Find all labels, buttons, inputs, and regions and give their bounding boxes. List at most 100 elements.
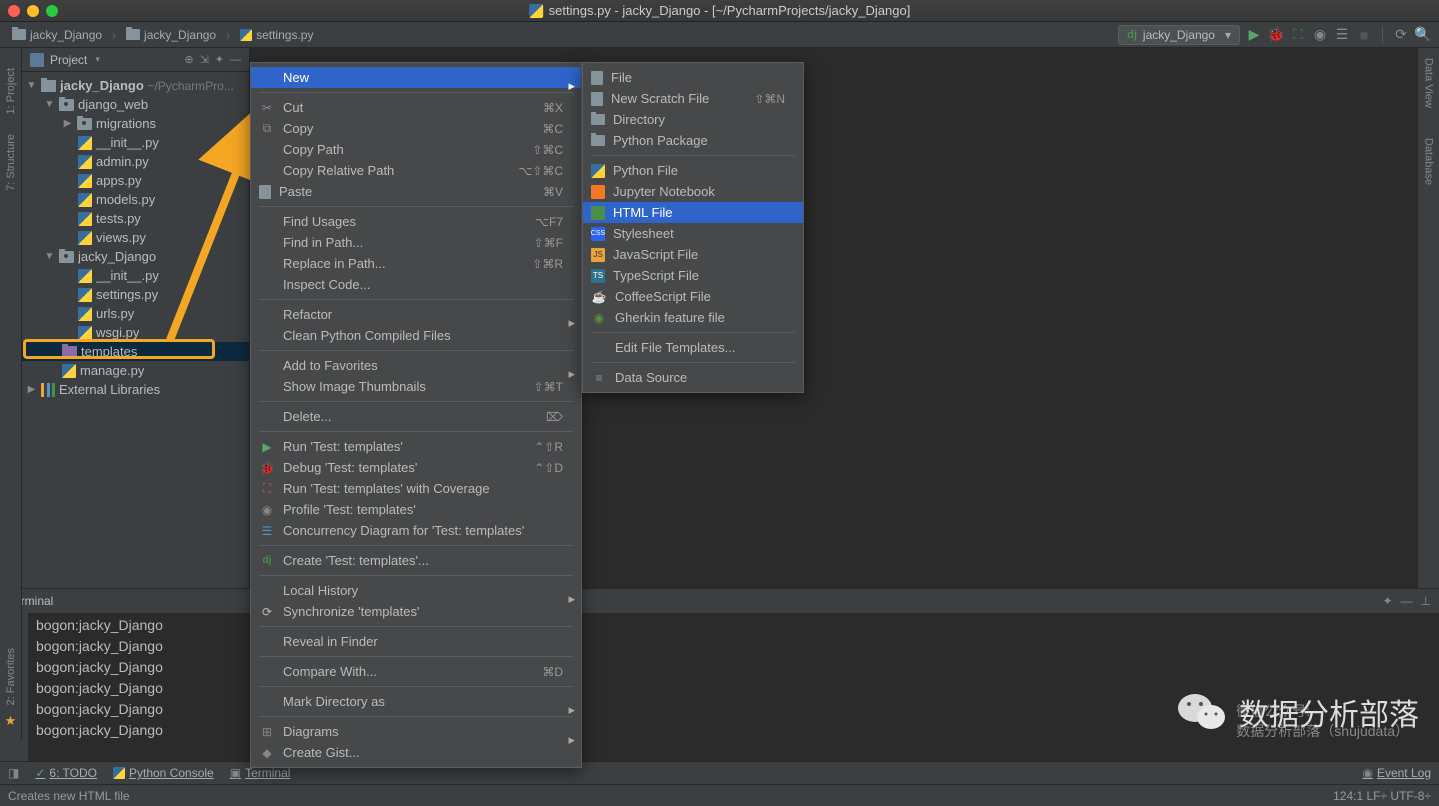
- window-controls[interactable]: [8, 5, 58, 17]
- bottom-tool-buttons: ◨ ✓6: TODO Python Console ▣Terminal ◉Eve…: [0, 761, 1439, 784]
- blank-icon: [259, 235, 275, 251]
- blank-icon: [259, 379, 275, 395]
- python-console-tool-button[interactable]: Python Console: [113, 766, 214, 780]
- menu-item-clean-python-compiled-files[interactable]: Clean Python Compiled Files: [251, 325, 581, 346]
- concurrency-button[interactable]: ☰: [1334, 27, 1350, 43]
- terminal-output[interactable]: bogon:jacky_Django bogon:jacky_Django bo…: [28, 613, 1439, 761]
- menu-item-synchronize-templates[interactable]: ⟳Synchronize 'templates': [251, 601, 581, 622]
- menu-item-gherkin-feature-file[interactable]: ◉Gherkin feature file: [583, 307, 803, 328]
- stop-button[interactable]: ■: [1356, 27, 1372, 43]
- menu-item-create-gist[interactable]: ◆Create Gist...: [251, 742, 581, 763]
- blank-icon: [259, 694, 275, 710]
- menu-item-javascript-file[interactable]: JSJavaScript File: [583, 244, 803, 265]
- search-icon[interactable]: 🔍: [1415, 27, 1431, 43]
- menu-item-mark-directory-as[interactable]: Mark Directory as: [251, 691, 581, 712]
- menu-item-debug-test-templates[interactable]: 🐞Debug 'Test: templates'⌃⇧D: [251, 457, 581, 478]
- gear-icon[interactable]: ✦: [1382, 594, 1392, 608]
- menu-item-file[interactable]: File: [583, 67, 803, 88]
- terminal-tool-button[interactable]: ▣Terminal: [230, 766, 291, 780]
- hide-panel-icon[interactable]: —: [230, 54, 241, 66]
- event-log-tool-button[interactable]: ◉Event Log: [1362, 766, 1431, 780]
- update-project-icon[interactable]: ⟳: [1393, 27, 1409, 43]
- tool-window-button-icon[interactable]: ◨: [8, 766, 19, 780]
- new-submenu[interactable]: FileNew Scratch File⇧⌘NDirectoryPython P…: [582, 62, 804, 393]
- menu-item-typescript-file[interactable]: TSTypeScript File: [583, 265, 803, 286]
- favorites-tool-button[interactable]: 2: Favorites: [5, 648, 17, 705]
- menu-item-run-test-templates[interactable]: ▶Run 'Test: templates'⌃⇧R: [251, 436, 581, 457]
- blank-icon: [259, 256, 275, 272]
- context-menu[interactable]: New ✂Cut⌘X⧉Copy⌘CCopy Path⇧⌘CCopy Relativ…: [250, 62, 582, 768]
- blank-icon: [259, 409, 275, 425]
- menu-item-copy-relative-path[interactable]: Copy Relative Path⌥⇧⌘C: [251, 160, 581, 181]
- menu-item-html-file[interactable]: HTML File: [583, 202, 803, 223]
- star-icon[interactable]: ★: [5, 713, 17, 729]
- menu-item-run-test-templates-with-coverage[interactable]: ⛶Run 'Test: templates' with Coverage: [251, 478, 581, 499]
- collapse-all-icon[interactable]: ⇲: [200, 53, 209, 66]
- menu-item-profile-test-templates[interactable]: ◉Profile 'Test: templates': [251, 499, 581, 520]
- gherkin-icon: ◉: [591, 310, 607, 326]
- menu-item-replace-in-path[interactable]: Replace in Path...⇧⌘R: [251, 253, 581, 274]
- menu-item-concurrency-diagram-for-test-templates[interactable]: ☰Concurrency Diagram for 'Test: template…: [251, 520, 581, 541]
- menu-item-edit-file-templates[interactable]: Edit File Templates...: [583, 337, 803, 358]
- todo-tool-button[interactable]: ✓6: TODO: [35, 766, 97, 780]
- prof-icon: ◉: [259, 502, 275, 518]
- menu-item-create-test-templates[interactable]: djCreate 'Test: templates'...: [251, 550, 581, 571]
- terminal-tool-window: Terminal ✦ — ⊥ + ✕ bogon:jacky_Django bo…: [0, 588, 1439, 761]
- chevron-down-icon: [1221, 28, 1231, 42]
- menu-item-jupyter-notebook[interactable]: Jupyter Notebook: [583, 181, 803, 202]
- profile-button[interactable]: ◉: [1312, 27, 1328, 43]
- debug-button[interactable]: 🐞: [1268, 27, 1284, 43]
- menu-item-refactor[interactable]: Refactor: [251, 304, 581, 325]
- menu-item-python-package[interactable]: Python Package: [583, 130, 803, 151]
- menu-item-stylesheet[interactable]: CSSStylesheet: [583, 223, 803, 244]
- menu-item-delete[interactable]: Delete...⌦: [251, 406, 581, 427]
- menu-item-paste[interactable]: Paste⌘V: [251, 181, 581, 202]
- menu-item-copy[interactable]: ⧉Copy⌘C: [251, 118, 581, 139]
- scroll-from-source-icon[interactable]: ⊕: [184, 53, 193, 66]
- structure-tool-button[interactable]: 7: Structure: [5, 134, 17, 191]
- breadcrumb[interactable]: jacky_Django jacky_Django settings.py: [8, 26, 317, 44]
- move-panel-icon[interactable]: ⊥: [1421, 594, 1431, 608]
- menu-item-diagrams[interactable]: ⊞Diagrams: [251, 721, 581, 742]
- menu-item-inspect-code[interactable]: Inspect Code...: [251, 274, 581, 295]
- menu-item-coffeescript-file[interactable]: ☕CoffeeScript File: [583, 286, 803, 307]
- run-configuration-selector[interactable]: dj jacky_Django: [1118, 25, 1240, 45]
- menu-item-data-source[interactable]: ≡Data Source: [583, 367, 803, 388]
- menu-item-new-scratch-file[interactable]: New Scratch File⇧⌘N: [583, 88, 803, 109]
- close-window-icon[interactable]: [8, 5, 20, 17]
- project-tool-window: Project ▾ ⊕ ⇲ ✦ — ▼jacky_Django ~/Pychar…: [22, 48, 250, 588]
- menu-item-reveal-in-finder[interactable]: Reveal in Finder: [251, 631, 581, 652]
- chevron-down-icon[interactable]: ▾: [95, 54, 100, 65]
- project-view-icon: [30, 53, 44, 67]
- py-icon: [591, 164, 605, 178]
- minimize-window-icon[interactable]: [27, 5, 39, 17]
- blank-icon: [259, 328, 275, 344]
- menu-item-copy-path[interactable]: Copy Path⇧⌘C: [251, 139, 581, 160]
- menu-item-compare-with[interactable]: Compare With...⌘D: [251, 661, 581, 682]
- project-tool-button[interactable]: 1: Project: [5, 68, 17, 114]
- database-tool-button[interactable]: Database: [1423, 138, 1435, 185]
- status-message: Creates new HTML file: [8, 789, 130, 803]
- run-button[interactable]: ▶: [1246, 27, 1262, 43]
- gear-icon[interactable]: ✦: [215, 53, 224, 66]
- panel-title: Project: [50, 53, 87, 67]
- menu-item-directory[interactable]: Directory: [583, 109, 803, 130]
- menu-item-find-usages[interactable]: Find Usages⌥F7: [251, 211, 581, 232]
- menu-item-python-file[interactable]: Python File: [583, 160, 803, 181]
- menu-item-find-in-path[interactable]: Find in Path...⇧⌘F: [251, 232, 581, 253]
- menu-item-new[interactable]: New: [251, 67, 581, 88]
- left-bottom-stripe: 2: Favorites ★: [0, 588, 22, 739]
- menu-item-add-to-favorites[interactable]: Add to Favorites: [251, 355, 581, 376]
- folder-icon: [12, 29, 26, 40]
- db-icon: ≡: [591, 370, 607, 386]
- python-file-icon: [78, 231, 92, 245]
- menu-item-local-history[interactable]: Local History: [251, 580, 581, 601]
- hide-panel-icon[interactable]: —: [1401, 594, 1413, 608]
- coverage-button[interactable]: ⛶: [1290, 27, 1306, 43]
- menu-item-show-image-thumbnails[interactable]: Show Image Thumbnails⇧⌘T: [251, 376, 581, 397]
- folder-icon: [126, 29, 140, 40]
- python-file-icon: [78, 288, 92, 302]
- dataview-tool-button[interactable]: Data View: [1423, 58, 1435, 108]
- maximize-window-icon[interactable]: [46, 5, 58, 17]
- menu-item-cut[interactable]: ✂Cut⌘X: [251, 97, 581, 118]
